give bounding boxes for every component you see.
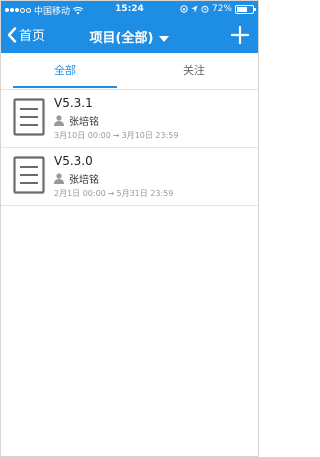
list-item[interactable]: V5.3.1 张培铭 3月10日 00:00 ➞ 3月10日 23:59 (1, 90, 258, 148)
start-time: 2月1日 00:00 (54, 189, 106, 198)
nav-bar: 首页 项目(全部) (1, 21, 258, 53)
project-name: V5.3.0 (54, 154, 93, 168)
rotation-lock-icon (180, 5, 188, 13)
owner-name: 张培铭 (69, 117, 99, 128)
tab-all[interactable]: 全部 (1, 53, 129, 89)
end-time: 3月10日 23:59 (121, 131, 179, 140)
page-title: 项目(全部) (89, 31, 154, 46)
project-period: 2月1日 00:00 ➞ 5月31日 23:59 (54, 188, 173, 199)
project-filter-dropdown[interactable]: 项目(全部) (1, 27, 258, 46)
owner-name: 张培铭 (69, 175, 99, 186)
project-list: V5.3.1 张培铭 3月10日 00:00 ➞ 3月10日 23:59 V5.3.… (1, 90, 258, 206)
location-icon (191, 5, 198, 13)
project-owner: 张培铭 (54, 113, 99, 128)
user-icon (54, 115, 64, 126)
plus-icon[interactable] (230, 25, 250, 45)
user-icon (54, 173, 64, 184)
battery-percent: 72% (211, 4, 232, 14)
app-frame: 中国移动 15:24 72% 首页 项目(全部) 全部 关注 V5.3.1 张培… (0, 0, 259, 457)
project-period: 3月10日 00:00 ➞ 3月10日 23:59 (54, 130, 178, 141)
document-icon (13, 156, 45, 194)
status-bar: 中国移动 15:24 72% (1, 1, 258, 19)
project-owner: 张培铭 (54, 171, 99, 186)
tab-follow[interactable]: 关注 (130, 53, 258, 89)
active-tab-indicator (13, 86, 117, 88)
project-name: V5.3.1 (54, 96, 93, 110)
tab-bar: 全部 关注 (1, 53, 258, 90)
arrow-right-icon: ➞ (107, 189, 115, 198)
battery-icon (235, 4, 256, 14)
status-icons: 72% (180, 4, 256, 14)
arrow-right-icon: ➞ (112, 131, 120, 140)
top-bar: 中国移动 15:24 72% 首页 项目(全部) (1, 1, 258, 53)
list-item[interactable]: V5.3.0 张培铭 2月1日 00:00 ➞ 5月31日 23:59 (1, 148, 258, 206)
alarm-icon (201, 5, 209, 13)
document-icon (13, 98, 45, 136)
start-time: 3月10日 00:00 (54, 131, 111, 140)
caret-down-icon (159, 35, 170, 42)
end-time: 5月31日 23:59 (116, 189, 174, 198)
